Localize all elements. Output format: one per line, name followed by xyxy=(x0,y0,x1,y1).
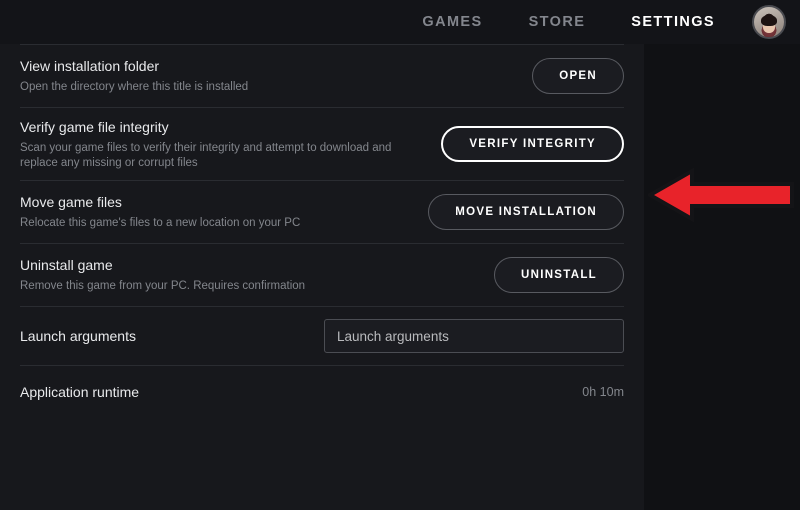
application-runtime-value: 0h 10m xyxy=(582,385,624,399)
nav-item-store[interactable]: STORE xyxy=(506,10,609,34)
row-application-runtime: Application runtime 0h 10m xyxy=(0,366,644,418)
row-move-game-files: Move game files Relocate this game's fil… xyxy=(0,181,644,243)
nav-items: GAMES STORE SETTINGS xyxy=(399,10,738,34)
row-subtitle: Remove this game from your PC. Requires … xyxy=(20,280,306,292)
row-text: Verify game file integrity Scan your gam… xyxy=(20,118,400,171)
top-navigation-bar: GAMES STORE SETTINGS xyxy=(0,0,800,44)
row-subtitle: Scan your game files to verify their int… xyxy=(20,141,392,169)
row-text: Uninstall game Remove this game from you… xyxy=(20,256,305,294)
row-title: Application runtime xyxy=(20,383,140,400)
row-title: Launch arguments xyxy=(20,327,136,344)
row-subtitle: Open the directory where this title is i… xyxy=(20,81,249,93)
row-view-installation-folder: View installation folder Open the direct… xyxy=(0,45,644,107)
row-verify-game-file-integrity: Verify game file integrity Scan your gam… xyxy=(0,108,644,180)
settings-list: View installation folder Open the direct… xyxy=(0,44,644,418)
row-title: Move game files xyxy=(20,194,122,210)
row-title: Uninstall game xyxy=(20,257,113,273)
avatar[interactable] xyxy=(752,5,786,39)
row-launch-arguments: Launch arguments xyxy=(0,307,644,365)
settings-screen: GAMES STORE SETTINGS View installation f… xyxy=(0,0,800,510)
row-text: Launch arguments xyxy=(20,327,136,346)
open-button[interactable]: OPEN xyxy=(532,58,624,94)
row-text: Move game files Relocate this game's fil… xyxy=(20,193,300,231)
uninstall-button[interactable]: UNINSTALL xyxy=(493,257,624,293)
nav-item-settings[interactable]: SETTINGS xyxy=(608,10,738,34)
row-subtitle: Relocate this game's files to a new loca… xyxy=(20,217,301,229)
move-installation-button[interactable]: MOVE INSTALLATION xyxy=(428,194,624,230)
row-title: View installation folder xyxy=(20,58,160,74)
verify-integrity-button[interactable]: VERIFY INTEGRITY xyxy=(441,126,624,162)
launch-arguments-input[interactable] xyxy=(324,319,624,353)
row-title: Verify game file integrity xyxy=(20,118,169,135)
row-text: Application runtime xyxy=(20,383,139,402)
annotation-arrow-left-icon xyxy=(648,168,794,222)
row-uninstall-game: Uninstall game Remove this game from you… xyxy=(0,244,644,306)
nav-item-games[interactable]: GAMES xyxy=(399,10,505,34)
row-text: View installation folder Open the direct… xyxy=(20,57,248,95)
